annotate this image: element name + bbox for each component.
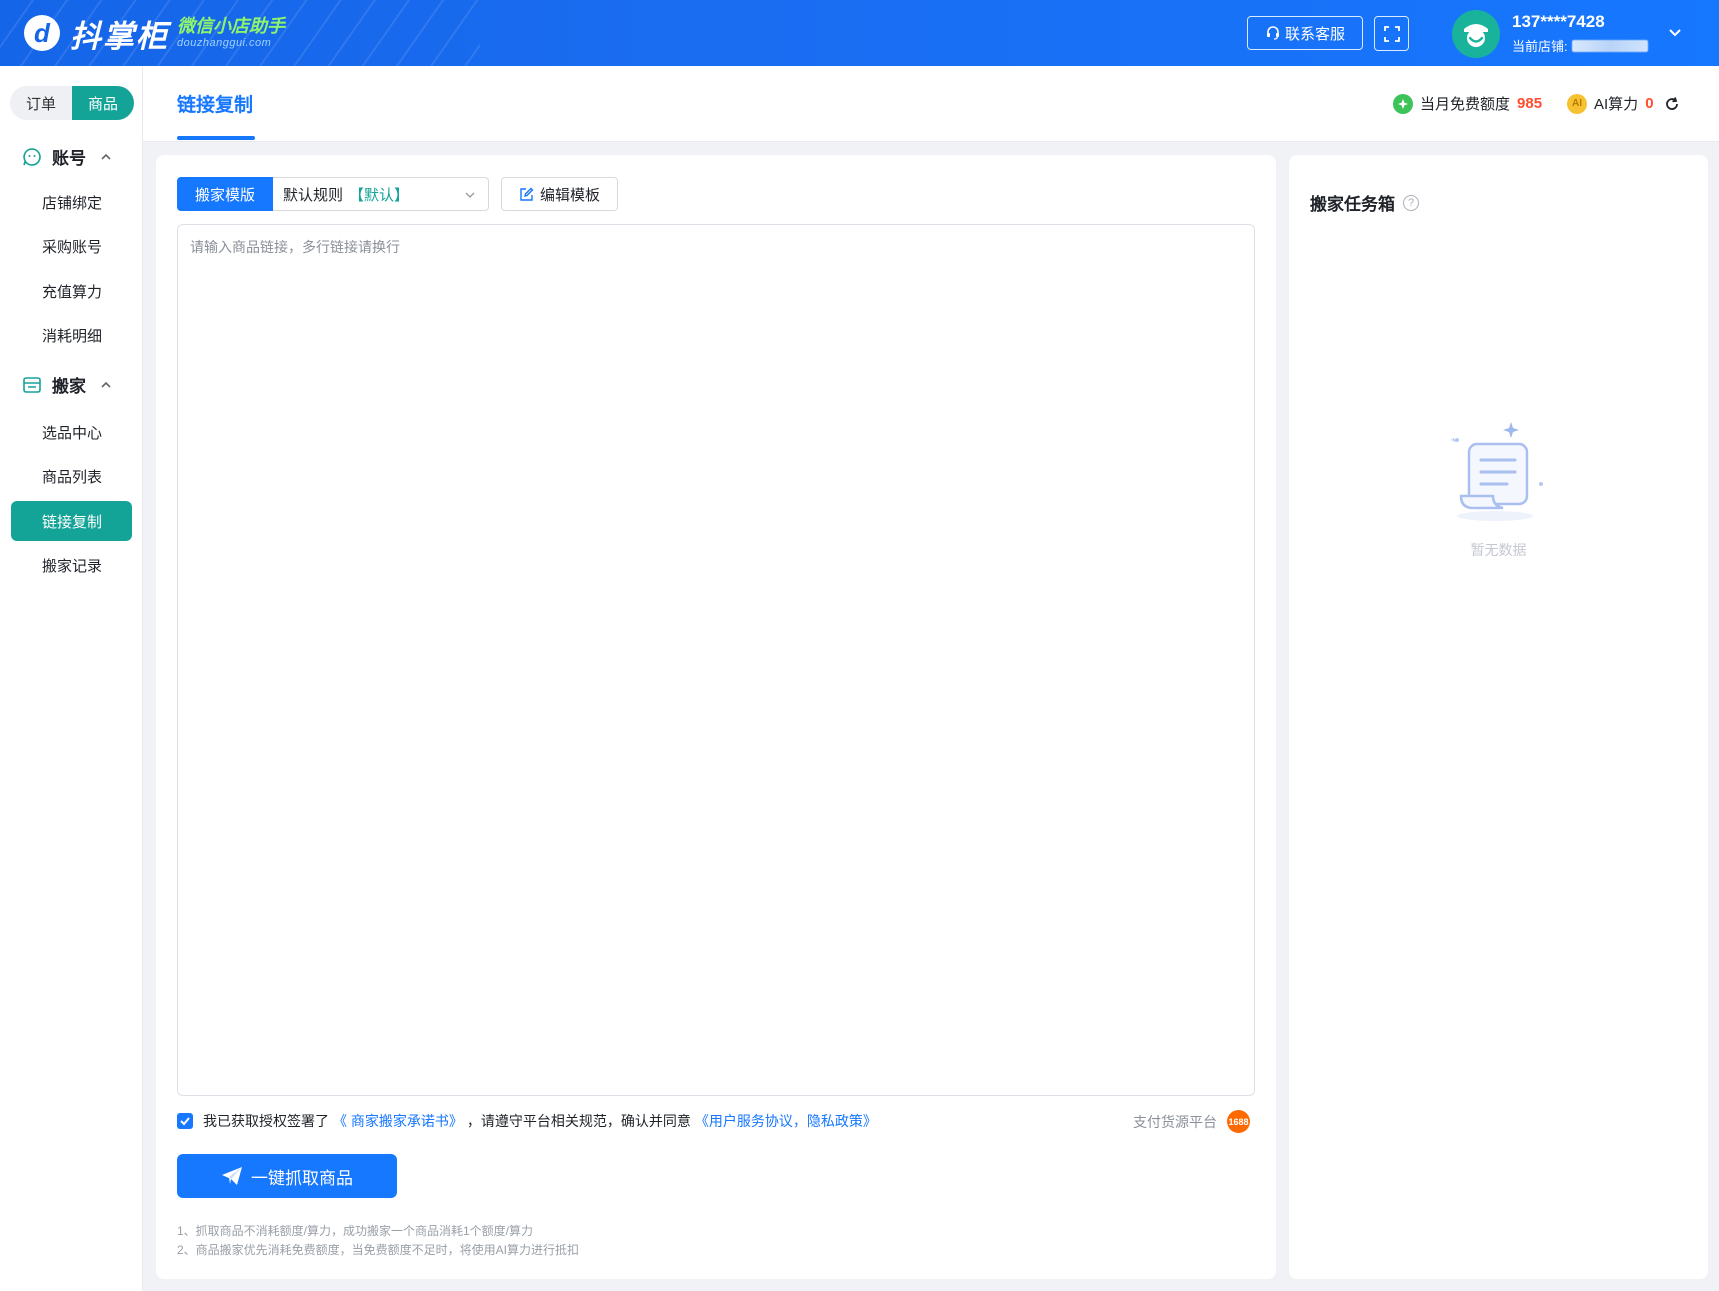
current-shop-label: 当前店铺: [1512, 39, 1568, 54]
chevron-down-icon [1669, 29, 1681, 37]
edit-template-label: 编辑模板 [539, 186, 600, 204]
support-headset-icon [1266, 26, 1279, 40]
tab-link-copy[interactable]: 链接复制 [177, 90, 253, 117]
sidebar-item-move-records[interactable]: 搬家记录 [11, 545, 132, 585]
help-icon[interactable]: ? [1403, 194, 1419, 211]
product-link-input[interactable] [177, 224, 1255, 1096]
caret-up-icon [101, 381, 111, 388]
sidebar-item-shop-binding[interactable]: 店铺绑定 [11, 182, 132, 222]
agreement-text-2: ，请遵守平台相关规范，确认并同意 [466, 1113, 691, 1129]
sidebar-group-label: 搬家 [52, 377, 86, 396]
merchant-commitment-link[interactable]: 《 商家搬家承诺书》 [333, 1111, 463, 1131]
empty-text: 暂无数据 [1470, 542, 1527, 558]
current-shop: 当前店铺: [1512, 36, 1648, 55]
pay-platform-link[interactable]: 支付货源平台 1688 [1133, 1110, 1250, 1133]
active-tab-indicator [177, 136, 255, 140]
shop-name-redacted [1571, 39, 1648, 52]
contact-support-button[interactable]: 联系客服 [1247, 16, 1363, 50]
template-select[interactable]: 默认规则 【默认】 [273, 177, 489, 211]
logo-subtitle: 微信小店助手 douzhanggui.com [177, 16, 285, 49]
refresh-icon[interactable] [1664, 96, 1680, 112]
empty-scroll-icon [1451, 422, 1543, 521]
fullscreen-icon [1383, 25, 1400, 42]
app-logo: d 抖掌柜 微信小店助手 douzhanggui.com [24, 12, 285, 54]
agreement-text-1: 我已获取授权签署了 [203, 1113, 329, 1129]
logo-name: 抖掌柜 [70, 18, 169, 54]
template-default-tag: 【默认】 [349, 186, 410, 204]
sidebar-item-consumption[interactable]: 消耗明细 [11, 315, 132, 355]
edit-template-button[interactable]: 编辑模板 [501, 177, 618, 211]
ai-compute-label: AI算力 [1594, 96, 1639, 113]
account-group-icon [23, 147, 41, 166]
sidebar-item-recharge[interactable]: 充值算力 [11, 271, 132, 311]
sidebar-item-product-list[interactable]: 商品列表 [11, 456, 132, 496]
agreement-row: 我已获取授权签署了 《 商家搬家承诺书》 ，请遵守平台相关规范，确认并同意 《用… [177, 1111, 881, 1131]
sidebar: 订单 商品 账号 店铺绑定 采购账号 充值算力 消耗明细 搬家 选品中心 商品列… [0, 66, 143, 1291]
free-quota: 当月免费额度 985 [1393, 93, 1542, 114]
task-box-title: 搬家任务箱 ? [1310, 190, 1419, 215]
avatar-shop-icon [1464, 24, 1488, 47]
contact-support-label: 联系客服 [1284, 25, 1345, 43]
task-box-title-text: 搬家任务箱 [1310, 195, 1395, 214]
sidebar-group-label: 账号 [52, 149, 86, 168]
segment-orders[interactable]: 订单 [10, 86, 72, 120]
caret-up-icon [101, 153, 111, 160]
sidebar-group-move[interactable]: 搬家 [22, 372, 112, 397]
user-menu-toggle[interactable] [1667, 24, 1683, 45]
edit-icon [520, 187, 534, 201]
logo-subtitle-cn: 微信小店助手 [177, 16, 285, 37]
dropdown-arrow-icon [465, 192, 475, 198]
move-group-icon [23, 376, 41, 393]
free-quota-value: 985 [1517, 95, 1543, 112]
free-quota-label: 当月免费额度 [1420, 96, 1511, 113]
page-tab-bar: 链接复制 当月免费额度 985 AI AI算力 0 [143, 66, 1719, 142]
avatar[interactable] [1452, 10, 1500, 58]
fullscreen-button[interactable] [1374, 16, 1409, 51]
task-box-panel: 搬家任务箱 ? 暂无数据 [1289, 155, 1708, 1279]
ai-coin-icon: AI [1567, 93, 1587, 114]
free-quota-coin-icon [1393, 93, 1413, 114]
link-copy-panel: 搬家模版 默认规则 【默认】 编辑模板 我已获取授权签署了 《 商家搬家承诺书》… [156, 155, 1276, 1279]
ai-compute-value: 0 [1645, 95, 1654, 112]
service-privacy-link[interactable]: 《用户服务协议，隐私政策》 [695, 1111, 877, 1131]
template-label: 搬家模版 [177, 177, 273, 211]
usage-notes: 1、抓取商品不消耗额度/算力，成功搬家一个商品消耗1个额度/算力 2、商品搬家优… [177, 1222, 579, 1260]
template-select-value: 默认规则 [283, 186, 344, 204]
sidebar-item-link-copy[interactable]: 链接复制 [11, 501, 132, 541]
sidebar-item-selection-center[interactable]: 选品中心 [11, 412, 132, 452]
ai-compute: AI AI算力 0 [1567, 93, 1680, 114]
user-phone: 137****7428 [1512, 12, 1605, 31]
module-switch: 订单 商品 [10, 86, 134, 120]
checkbox-checked-icon [180, 1117, 190, 1126]
agreement-checkbox[interactable] [177, 1113, 193, 1129]
usage-note: 1、抓取商品不消耗额度/算力，成功搬家一个商品消耗1个额度/算力 [177, 1224, 534, 1238]
pay-platform-label: 支付货源平台 [1133, 1113, 1217, 1130]
sidebar-item-purchase-account[interactable]: 采购账号 [11, 226, 132, 266]
logo-subtitle-en: douzhanggui.com [177, 36, 272, 49]
top-header: d 抖掌柜 微信小店助手 douzhanggui.com 联系客服 137***… [0, 0, 1719, 66]
segment-products[interactable]: 商品 [72, 86, 134, 120]
template-row: 搬家模版 默认规则 【默认】 编辑模板 [177, 177, 618, 211]
paper-plane-icon [222, 1167, 242, 1185]
sidebar-group-account[interactable]: 账号 [22, 144, 112, 169]
platform-1688-logo: 1688 [1227, 1110, 1250, 1133]
grab-products-button[interactable]: 一键抓取商品 [177, 1154, 397, 1198]
logo-mark: d [24, 15, 60, 51]
grab-products-label: 一键抓取商品 [251, 1168, 353, 1188]
usage-note: 2、商品搬家优先消耗免费额度，当免费额度不足时，将使用AI算力进行抵扣 [177, 1243, 580, 1257]
